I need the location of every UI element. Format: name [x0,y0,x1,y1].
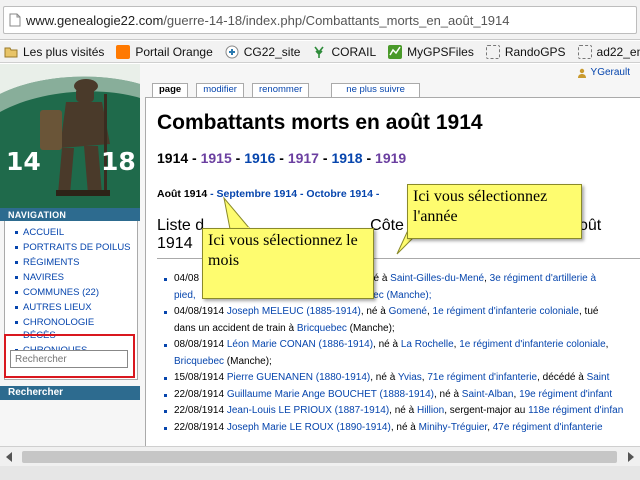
logo-year-left: 14 [6,147,41,176]
sidebar: NAVIGATION Accueil Portraits de poilus R… [0,208,140,446]
chronologie-highlight-box [4,334,135,378]
nav-item-autres-lieux[interactable]: Autres lieux [11,300,137,315]
page-title: Combattants morts en août 1914 [157,111,483,134]
cg22-icon [225,45,239,59]
month-selector: Août 1914 - Septembre 1914 - Octobre 191… [157,188,380,200]
search-title: Rechercher [0,386,140,400]
list-item: 22/08/1914 Joseph Marie LE ROUX (1890-19… [162,420,640,437]
page-icon [485,44,500,59]
list-item: 22/08/1914 Jean-Louis LE PRIOUX (1887-19… [162,403,640,420]
url-box[interactable]: www.genealogie22.com/guerre-14-18/index.… [3,6,637,34]
bookmark-ad22-en-ligne[interactable]: ad22_en ligne [577,44,640,59]
url-text[interactable]: www.genealogie22.com/guerre-14-18/index.… [26,13,510,28]
year-1916-link[interactable]: 1916 [244,150,275,166]
logo-year-right: 18 [101,147,136,176]
year-1914: 1914 [157,150,189,166]
page-tabs: page modifier renommer ne plus suivre [152,83,428,97]
month-octobre-1914-link[interactable]: Octobre 1914 [306,188,373,200]
nav-item-communes[interactable]: Communes (22) [11,285,137,300]
navigation-title: NAVIGATION [0,208,140,221]
nav-item-regiments[interactable]: Régiments [11,255,137,270]
window-bottom-edge [0,466,640,480]
month-aout-1914: Août 1914 [157,188,208,200]
nav-item-portraits[interactable]: Portraits de poilus [11,240,137,255]
scroll-left-icon[interactable] [0,447,18,467]
list-item: 15/08/1914 Pierre GUENANEN (1880-1914), … [162,370,640,387]
tab-page[interactable]: page [152,83,189,97]
year-1919-link[interactable]: 1919 [375,150,406,166]
bookmarks-bar: Les plus visités Portail Orange CG22_sit… [0,41,640,63]
tab-ne-plus-suivre[interactable]: ne plus suivre [331,83,420,97]
corail-icon [312,45,326,59]
orange-icon [116,44,131,59]
list-item: 04/08/1914 Joseph MELEUC (1885-1914), né… [162,304,640,337]
url-path: /guerre-14-18/index.php/Combattants_mort… [163,12,510,28]
site-logo[interactable]: 14 18 [0,64,140,208]
address-bar: www.genealogie22.com/guerre-14-18/index.… [0,0,640,40]
user-icon [577,68,586,78]
user-link[interactable]: YGerault [591,67,630,78]
year-1918-link[interactable]: 1918 [331,150,362,166]
year-1917-link[interactable]: 1917 [288,150,319,166]
scrollbar-thumb[interactable] [22,451,617,463]
callout-month: Ici vous sélectionnez le mois [202,228,374,299]
callout-year: Ici vous sélectionnez l'année [407,184,582,239]
tab-renommer[interactable]: renommer [251,83,310,97]
bookmark-corail[interactable]: CORAIL [312,45,376,59]
year-1915-link[interactable]: 1915 [201,150,232,166]
bookmark-les-plus-visites[interactable]: Les plus visités [4,45,104,59]
page-icon [4,6,26,34]
mygps-icon [388,44,403,59]
nav-item-navires[interactable]: Navires [11,270,137,285]
nav-item-accueil[interactable]: Accueil [11,225,137,240]
list-item: 08/08/1914 Léon Marie CONAN (1886-1914),… [162,337,640,370]
soldier-illustration [0,64,140,208]
scroll-right-icon[interactable] [622,447,640,467]
url-host: www.genealogie22.com [26,12,164,28]
year-selector: 1914 - 1915 - 1916 - 1917 - 1918 - 1919 [157,150,407,166]
bookmark-randogps[interactable]: RandoGPS [485,44,566,59]
bookmark-portail-orange[interactable]: Portail Orange [116,44,213,59]
list-item: 22/08/1914 Guillaume Marie Ange BOUCHET … [162,387,640,404]
bookmark-mygpsfiles[interactable]: MyGPSFiles [388,44,474,59]
tab-modifier[interactable]: modifier [196,83,244,97]
horizontal-scrollbar[interactable] [0,446,640,466]
folder-icon [4,45,18,59]
bookmark-cg22-site[interactable]: CG22_site [225,45,300,59]
page-icon [577,44,592,59]
callout-month-pointer [223,196,252,230]
